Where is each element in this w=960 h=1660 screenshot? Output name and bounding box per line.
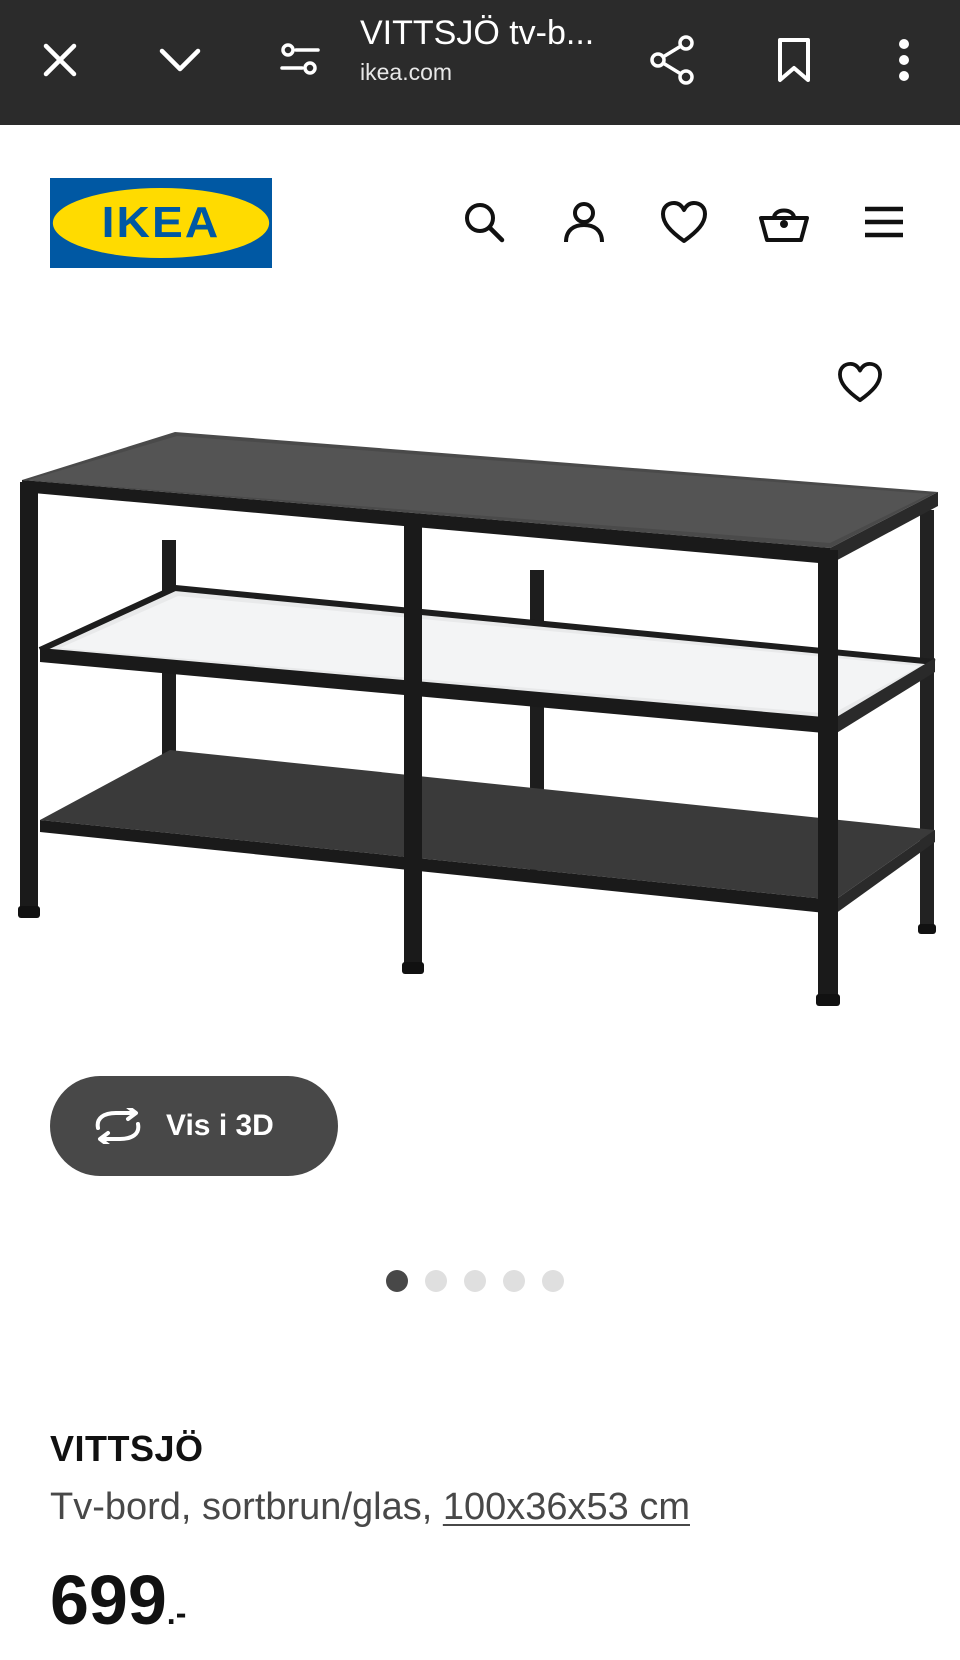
image-carousel-indicator — [386, 1270, 564, 1294]
product-image[interactable] — [0, 430, 960, 1090]
page-title: VITTSJÖ tv-b... — [360, 14, 595, 52]
tune-icon[interactable] — [268, 28, 332, 92]
heart-icon[interactable] — [654, 192, 714, 252]
carousel-dot[interactable] — [386, 1270, 408, 1292]
heart-icon — [838, 361, 882, 403]
view-in-3d-button[interactable]: Vis i 3D — [50, 1076, 338, 1176]
bookmark-icon[interactable] — [762, 28, 826, 92]
carousel-dot[interactable] — [503, 1270, 525, 1292]
page-url: ikea.com — [360, 59, 453, 85]
carousel-dot[interactable] — [464, 1270, 486, 1292]
price-suffix: .- — [166, 1595, 187, 1631]
basket-icon[interactable] — [754, 192, 814, 252]
favorite-button[interactable] — [830, 352, 890, 412]
product-description: Tv-bord, sortbrun/glas, 100x36x53 cm — [50, 1486, 690, 1529]
product-name: VITTSJÖ — [50, 1428, 204, 1469]
browser-toolbar: VITTSJÖ tv-b... ikea.com — [0, 0, 960, 125]
close-icon[interactable] — [28, 28, 92, 92]
product-price: 699.- — [50, 1560, 186, 1640]
search-icon[interactable] — [454, 192, 514, 252]
ikea-logo[interactable]: IKEA — [50, 178, 272, 268]
share-icon[interactable] — [640, 28, 704, 92]
carousel-dot[interactable] — [542, 1270, 564, 1292]
chevron-down-icon[interactable] — [148, 28, 212, 92]
tab-title-area[interactable]: VITTSJÖ tv-b... ikea.com — [360, 14, 620, 86]
more-vert-icon[interactable] — [872, 28, 936, 92]
product-type: Tv-bord, sortbrun/glas, — [50, 1486, 443, 1528]
menu-icon[interactable] — [854, 192, 914, 252]
logo-text: IKEA — [52, 188, 270, 258]
product-dimensions-link[interactable]: 100x36x53 cm — [443, 1486, 690, 1528]
view-in-3d-label: Vis i 3D — [166, 1109, 274, 1142]
price-value: 699 — [50, 1561, 167, 1639]
carousel-dot[interactable] — [425, 1270, 447, 1292]
user-icon[interactable] — [554, 192, 614, 252]
rotate-3d-icon — [95, 1108, 141, 1144]
